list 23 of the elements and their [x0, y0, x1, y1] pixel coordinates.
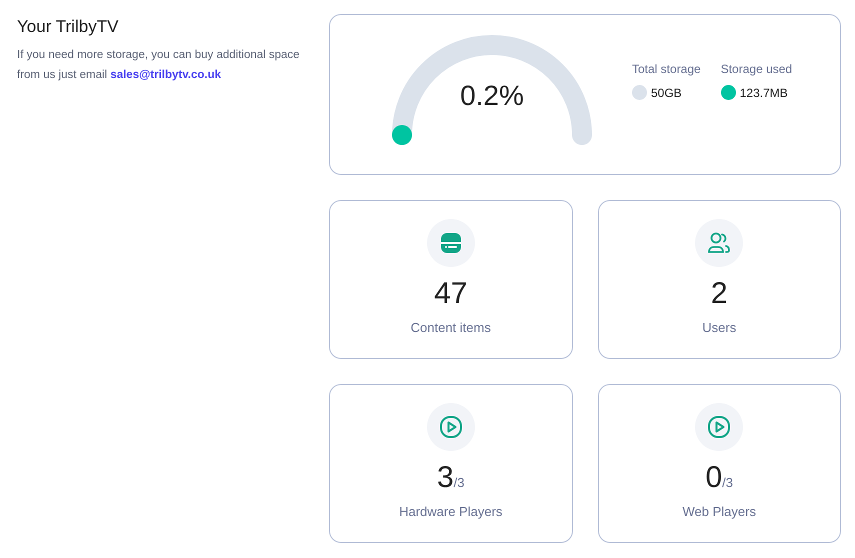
play-icon: [707, 415, 732, 439]
card-icon: [440, 232, 462, 254]
stat-label: Web Players: [682, 503, 756, 521]
legend-value: 50GB: [651, 84, 682, 102]
stat-label: Content items: [410, 319, 491, 337]
play-icon: [438, 415, 463, 439]
storage-percent: 0.2%: [459, 78, 525, 112]
stat-limit: /3: [454, 474, 465, 492]
stat-value: 0: [705, 460, 722, 496]
legend-label: Total storage: [632, 60, 701, 78]
stat-value: 3: [436, 460, 454, 496]
legend-label: Storage used: [720, 60, 792, 78]
stat-limit: /3: [722, 474, 734, 492]
email-link[interactable]: sales@trilbytv.co.uk: [110, 69, 222, 81]
stat-label: Users: [702, 319, 736, 337]
storage-info-text: If you need more storage, you can buy additional space from us just email sales@trilbytv.co.uk: [17, 48, 301, 83]
stat-value: 2: [710, 276, 728, 312]
stat-value: 47: [434, 276, 468, 312]
stat-label: Hardware Players: [399, 503, 502, 521]
section-title: Your TrilbyTV: [17, 16, 120, 38]
users-icon: [707, 232, 732, 254]
legend-value: 123.7MB: [740, 84, 788, 102]
gauge-fill: [392, 124, 412, 144]
